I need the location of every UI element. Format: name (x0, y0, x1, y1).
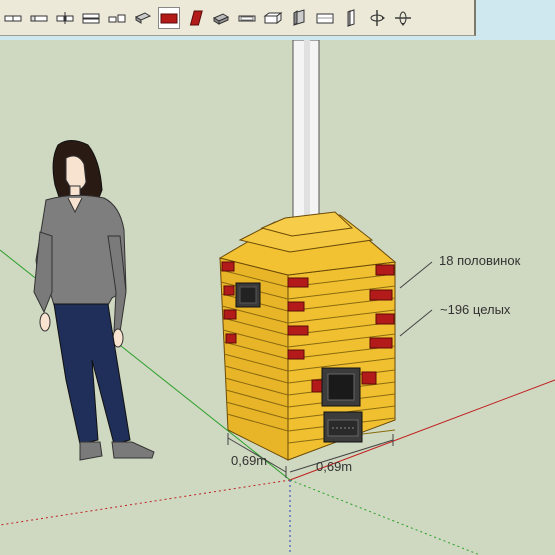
brick-outline-icon[interactable] (236, 7, 258, 29)
brick-row-icon[interactable] (80, 7, 102, 29)
brick-stove (218, 211, 397, 461)
brick-edge-icon[interactable] (288, 7, 310, 29)
sketchup-viewport[interactable]: 18 половинок ~196 целых 0,69m 0,69m (0, 40, 555, 555)
annotation-whole: ~196 целых (440, 302, 511, 317)
annotation-halves: 18 половинок (439, 253, 521, 268)
brick-gray-icon[interactable] (210, 7, 232, 29)
brick-end-icon[interactable] (28, 7, 50, 29)
brick-box-icon[interactable] (314, 7, 336, 29)
brick-half-icon[interactable] (54, 7, 76, 29)
rotate-vertical-icon[interactable] (366, 7, 388, 29)
brick-outline-3d-icon[interactable] (262, 7, 284, 29)
chimney-pipe (292, 40, 320, 231)
brick-stretcher-icon[interactable] (2, 7, 24, 29)
rotate-horizontal-icon[interactable] (392, 7, 414, 29)
red-axis-dotted (0, 479, 291, 526)
brick-angle-icon[interactable] (132, 7, 154, 29)
brick-tall-icon[interactable] (340, 7, 362, 29)
green-axis-dotted (289, 479, 481, 555)
brick-red-side-icon[interactable] (184, 7, 206, 29)
dimension-label-right: 0,69m (316, 459, 352, 474)
brick-toolbar (0, 0, 476, 36)
dimension-label-left: 0,69m (231, 453, 267, 468)
person-figure (33, 140, 155, 461)
brick-red-flat-icon[interactable] (158, 6, 180, 29)
brick-pair-icon[interactable] (106, 7, 128, 29)
